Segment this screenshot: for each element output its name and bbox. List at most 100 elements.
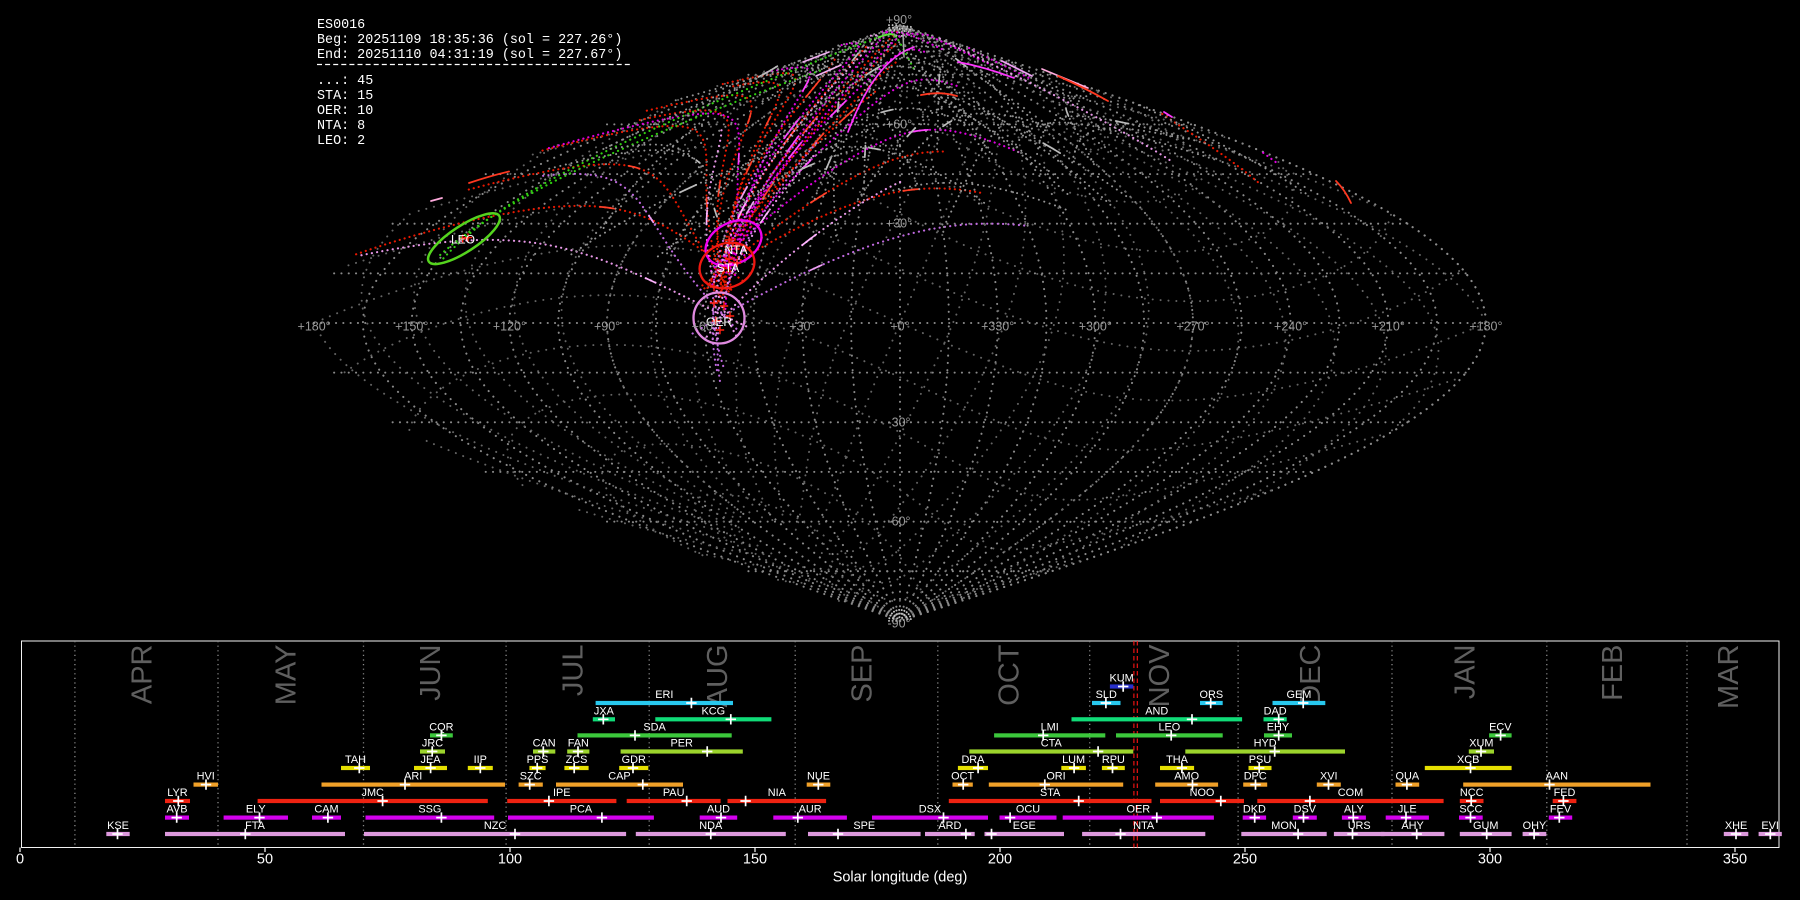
- svg-text:NZC: NZC: [484, 820, 507, 832]
- svg-text:HYD: HYD: [1254, 738, 1277, 750]
- svg-text:300: 300: [1478, 852, 1502, 868]
- svg-text:MAY: MAY: [271, 645, 303, 706]
- svg-text:NTA: NTA: [1133, 820, 1155, 832]
- svg-text:PAU: PAU: [663, 787, 685, 799]
- svg-text:+90°: +90°: [886, 13, 912, 27]
- svg-text:DSV: DSV: [1294, 804, 1317, 816]
- svg-text:+210°: +210°: [1372, 320, 1405, 334]
- svg-text:CAM: CAM: [314, 804, 338, 816]
- svg-text:SPE: SPE: [853, 820, 875, 832]
- svg-text:Solar longitude (deg): Solar longitude (deg): [833, 870, 968, 886]
- svg-text:OCT: OCT: [994, 644, 1026, 706]
- svg-text:FTA: FTA: [245, 820, 265, 832]
- svg-text:0: 0: [16, 852, 24, 868]
- svg-text:JUL: JUL: [558, 645, 590, 697]
- svg-text:+0°: +0°: [890, 320, 909, 334]
- svg-text:ERI: ERI: [655, 689, 673, 701]
- svg-text:+270°: +270°: [1176, 320, 1209, 334]
- svg-text:APR: APR: [126, 645, 158, 705]
- svg-text:JAN: JAN: [1449, 645, 1481, 700]
- svg-text:COM: COM: [1338, 787, 1363, 799]
- svg-text:STA: STA: [1040, 787, 1061, 799]
- svg-text:-60°: -60°: [887, 515, 910, 529]
- svg-text:End: 20251110 04:31:19 (sol =: End: 20251110 04:31:19 (sol = 227.67°): [317, 48, 622, 63]
- svg-text:ARI: ARI: [404, 771, 422, 783]
- svg-text:RPU: RPU: [1102, 754, 1125, 766]
- svg-text:STA: STA: [717, 261, 739, 275]
- svg-text:NTA: 8: NTA: 8: [317, 119, 365, 134]
- svg-text:EGE: EGE: [1013, 820, 1036, 832]
- svg-text:+60°: +60°: [886, 118, 912, 132]
- svg-text:JXA: JXA: [594, 705, 615, 717]
- svg-text:IPE: IPE: [553, 787, 571, 799]
- svg-text:MAR: MAR: [1713, 645, 1745, 709]
- svg-text:SDA: SDA: [643, 722, 666, 734]
- svg-text:SEP: SEP: [847, 645, 879, 703]
- svg-text:+30°: +30°: [789, 320, 815, 334]
- svg-text:+330°: +330°: [981, 320, 1014, 334]
- svg-text:SZC: SZC: [520, 771, 542, 783]
- svg-text:GEM: GEM: [1286, 689, 1311, 701]
- svg-text:+180°: +180°: [298, 320, 331, 334]
- svg-text:Beg: 20251109 18:35:36 (sol =: Beg: 20251109 18:35:36 (sol = 227.26°): [317, 33, 622, 48]
- svg-text:OER: OER: [1126, 804, 1150, 816]
- svg-text:THA: THA: [1166, 754, 1189, 766]
- svg-text:GUM: GUM: [1473, 820, 1498, 832]
- svg-text:CTA: CTA: [1041, 738, 1063, 750]
- svg-text:150: 150: [743, 852, 767, 868]
- svg-text:FED: FED: [1554, 787, 1576, 799]
- svg-text:LEO: LEO: [1158, 722, 1180, 734]
- svg-text:JUN: JUN: [415, 645, 447, 701]
- svg-text:+60°: +60°: [692, 320, 718, 334]
- svg-text:AUG: AUG: [702, 645, 734, 708]
- svg-text:200: 200: [988, 852, 1012, 868]
- svg-text:100: 100: [498, 852, 522, 868]
- svg-text:+180°: +180°: [1469, 320, 1502, 334]
- svg-text:ALY: ALY: [1344, 804, 1365, 816]
- svg-text:TAH: TAH: [345, 754, 366, 766]
- svg-text:MON: MON: [1271, 820, 1296, 832]
- svg-text:FEB: FEB: [1597, 645, 1629, 701]
- svg-text:XCB: XCB: [1457, 754, 1479, 766]
- svg-text:JMC: JMC: [362, 787, 385, 799]
- svg-text:STA: 15: STA: 15: [317, 89, 373, 104]
- svg-text:ES0016: ES0016: [317, 18, 365, 33]
- svg-text:AUD: AUD: [707, 804, 730, 816]
- svg-text:PER: PER: [670, 738, 693, 750]
- svg-text:-90°: -90°: [887, 617, 910, 631]
- svg-text:250: 250: [1233, 852, 1257, 868]
- svg-text:OCU: OCU: [1016, 804, 1040, 816]
- svg-text:AUR: AUR: [799, 804, 822, 816]
- svg-text:FEV: FEV: [1550, 804, 1572, 816]
- svg-text:+120°: +120°: [493, 320, 526, 334]
- svg-text:DAD: DAD: [1264, 705, 1287, 717]
- svg-text:CAN: CAN: [533, 738, 556, 750]
- svg-text:NOO: NOO: [1190, 787, 1215, 799]
- svg-text:CAP: CAP: [608, 771, 630, 783]
- svg-text:+30°: +30°: [886, 217, 912, 231]
- svg-text:JLE: JLE: [1398, 804, 1417, 816]
- svg-text:+90°: +90°: [594, 320, 620, 334]
- svg-text:ARD: ARD: [938, 820, 961, 832]
- svg-text:NTA: NTA: [724, 243, 747, 257]
- svg-text:URS: URS: [1348, 820, 1371, 832]
- svg-text:LEO: 2: LEO: 2: [317, 134, 365, 149]
- svg-text:+150°: +150°: [395, 320, 428, 334]
- svg-text:+240°: +240°: [1274, 320, 1307, 334]
- svg-text:NIA: NIA: [768, 787, 787, 799]
- svg-text:DRA: DRA: [961, 754, 985, 766]
- svg-text:PSU: PSU: [1249, 754, 1272, 766]
- svg-text:AHY: AHY: [1401, 820, 1424, 832]
- svg-text:DSX: DSX: [919, 804, 942, 816]
- svg-text:KUM: KUM: [1109, 673, 1133, 685]
- svg-text:KCG: KCG: [702, 705, 726, 717]
- svg-text:SSG: SSG: [418, 804, 441, 816]
- svg-text:OER: 10: OER: 10: [317, 104, 373, 119]
- svg-text:ZCS: ZCS: [566, 754, 588, 766]
- svg-text:350: 350: [1723, 852, 1747, 868]
- svg-text:LEO: LEO: [451, 233, 475, 247]
- svg-text:ELY: ELY: [246, 804, 267, 816]
- svg-text:AND: AND: [1145, 705, 1168, 717]
- svg-text:AMO: AMO: [1174, 771, 1199, 783]
- svg-text:+300°: +300°: [1079, 320, 1112, 334]
